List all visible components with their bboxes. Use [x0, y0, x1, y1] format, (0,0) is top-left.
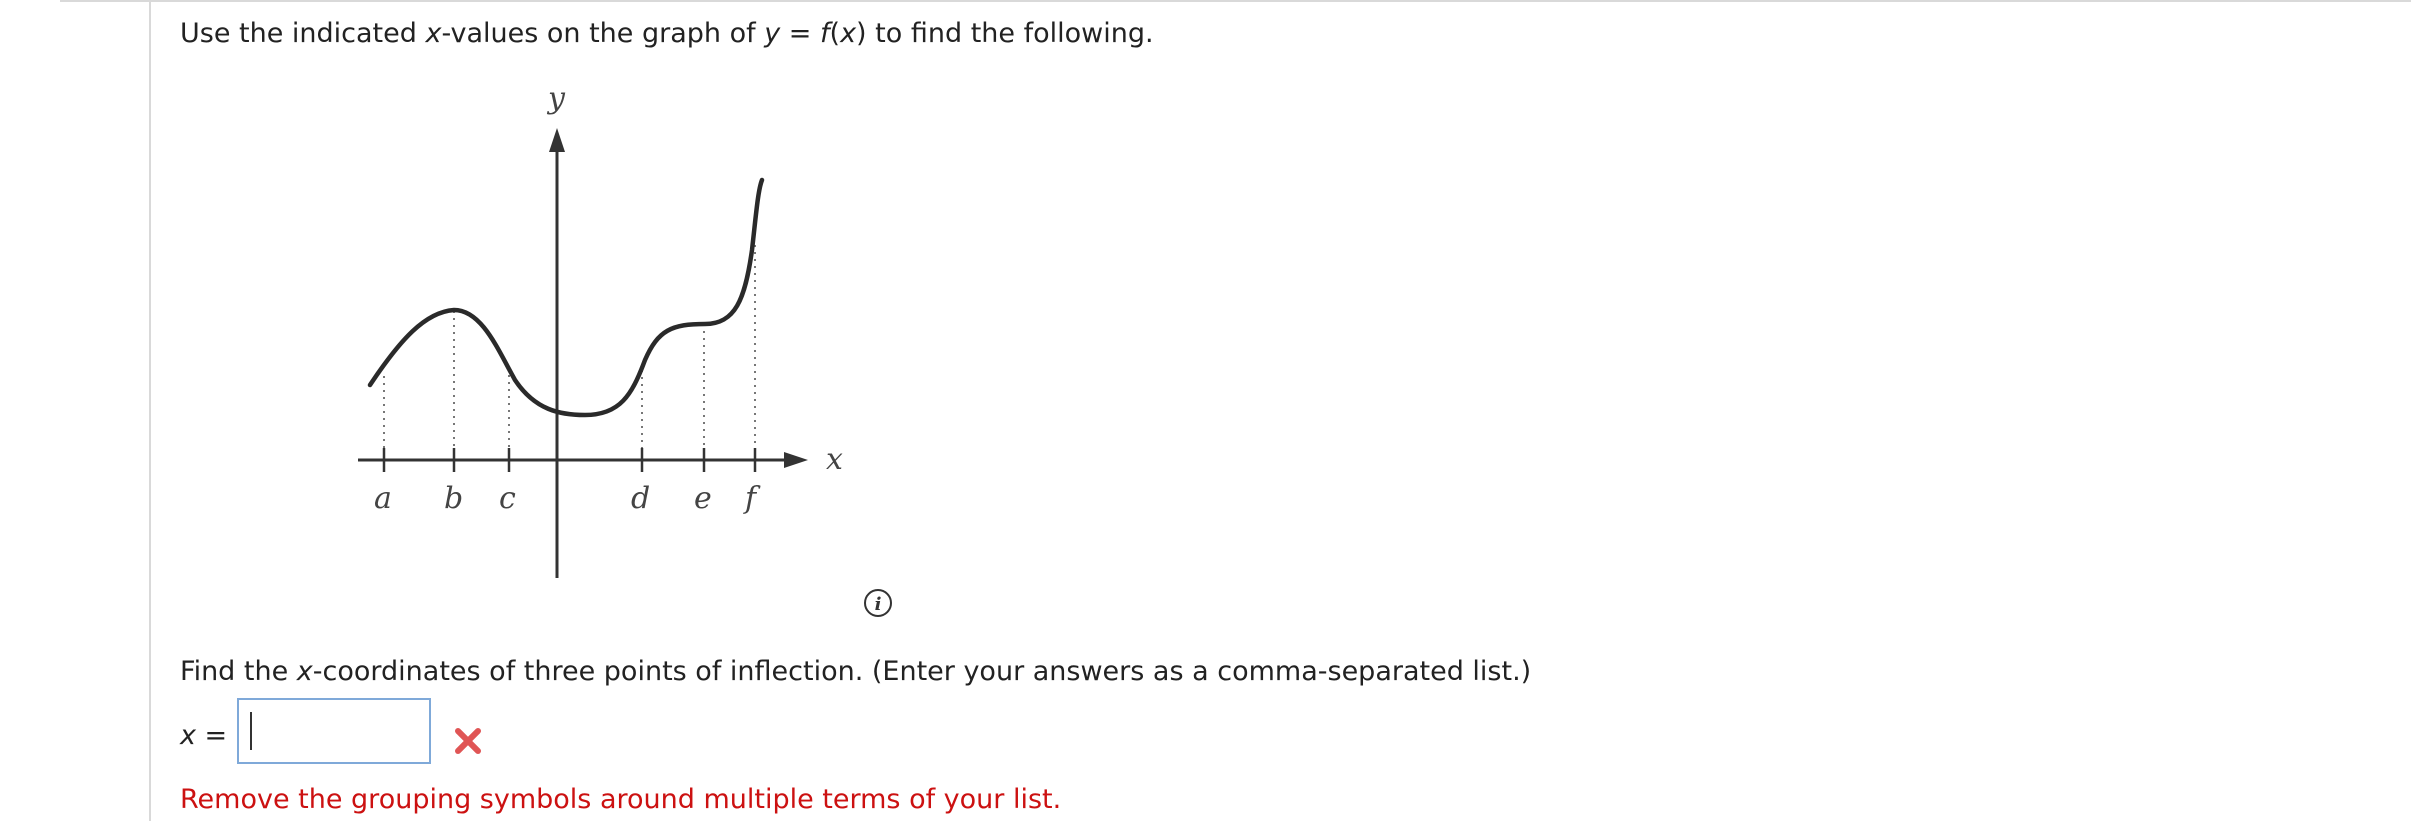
function-curve — [367, 177, 765, 418]
question-text: Use the indicated x-values on the graph … — [180, 18, 1154, 49]
y-axis-arrow — [549, 128, 565, 152]
inflection-prompt: Find the x-coordinates of three points o… — [180, 656, 1532, 687]
text-cursor — [250, 712, 252, 750]
tick-label-c: c — [499, 481, 516, 516]
left-divider — [149, 0, 151, 821]
top-divider — [60, 0, 2411, 2]
guide-lines — [383, 245, 756, 460]
svg-text:i: i — [875, 594, 882, 615]
function-graph: y x a b c d e f — [358, 81, 843, 578]
x-mark-icon — [455, 728, 481, 754]
error-message: Remove the grouping symbols around multi… — [180, 784, 1062, 815]
y-axis-label: y — [546, 81, 566, 116]
tick-label-f: f — [743, 481, 761, 516]
tick-label-e: e — [694, 481, 712, 516]
answer-input[interactable] — [237, 698, 431, 764]
tick-label-b: b — [444, 481, 463, 516]
x-axis-label: x — [826, 442, 843, 477]
tick-label-d: d — [631, 481, 650, 516]
tick-label-a: a — [374, 481, 392, 516]
info-icon[interactable]: i — [863, 588, 893, 618]
answer-label: x = — [180, 720, 228, 751]
x-axis-arrow — [784, 452, 808, 468]
